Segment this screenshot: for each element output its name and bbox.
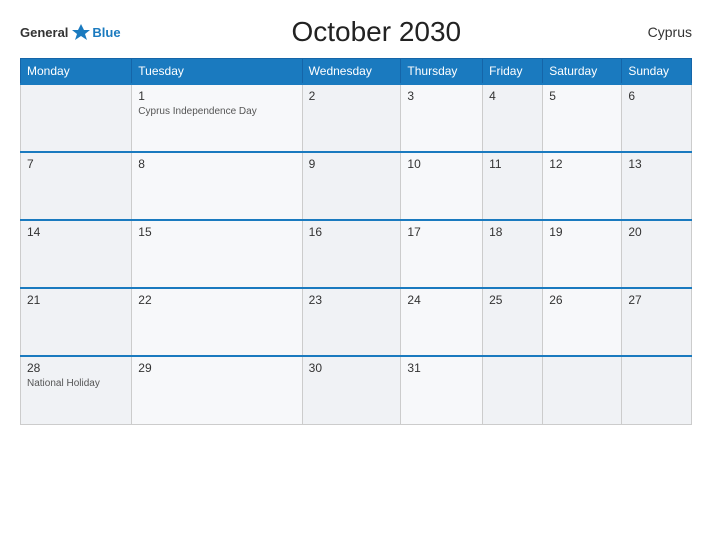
country-label: Cyprus [632,24,692,40]
calendar-week-row: 1 Cyprus Independence Day 23456 [21,84,692,152]
calendar-cell: 29 [132,356,302,424]
calendar-cell: 8 [132,152,302,220]
calendar-week-row: 28 National Holiday 29 30 31 [21,356,692,424]
logo-general-text: General [20,26,68,39]
header: General Blue October 2030 Cyprus [20,16,692,48]
holiday-label: Cyprus Independence Day [138,105,295,118]
calendar-cell: 5 [543,84,622,152]
day-number: 9 [309,157,395,171]
day-number: 24 [407,293,476,307]
day-number: 16 [309,225,395,239]
calendar-cell: 17 [401,220,483,288]
day-number: 8 [138,157,295,171]
calendar-cell: 18 [483,220,543,288]
calendar-cell: 3 [401,84,483,152]
calendar-cell: 10 [401,152,483,220]
day-number: 2 [309,89,395,103]
day-number: 15 [138,225,295,239]
calendar-cell: 19 [543,220,622,288]
day-number: 20 [628,225,685,239]
logo: General Blue [20,21,121,43]
calendar-cell: 9 [302,152,401,220]
col-sunday: Sunday [622,59,692,85]
calendar-cell: 11 [483,152,543,220]
calendar-cell [543,356,622,424]
col-saturday: Saturday [543,59,622,85]
calendar-cell: 16 [302,220,401,288]
day-number: 21 [27,293,125,307]
calendar-week-row: 789 10 11 12 13 [21,152,692,220]
calendar-cell: 20 [622,220,692,288]
calendar-cell [483,356,543,424]
day-number: 27 [628,293,685,307]
calendar-cell [21,84,132,152]
calendar-cell: 14 [21,220,132,288]
calendar-cell: 31 [401,356,483,424]
col-friday: Friday [483,59,543,85]
col-monday: Monday [21,59,132,85]
calendar-cell [622,356,692,424]
calendar-cell: 4 [483,84,543,152]
calendar-page: General Blue October 2030 Cyprus Monday … [0,0,712,550]
day-number: 26 [549,293,615,307]
day-number: 25 [489,293,536,307]
calendar-cell: 24 [401,288,483,356]
calendar-cell: 28 National Holiday [21,356,132,424]
day-number: 22 [138,293,295,307]
calendar-cell: 30 [302,356,401,424]
day-number: 23 [309,293,395,307]
calendar-cell: 26 [543,288,622,356]
logo-flag-icon [70,21,92,43]
day-number: 6 [628,89,685,103]
day-number: 30 [309,361,395,375]
day-number: 31 [407,361,476,375]
calendar-week-row: 14 15 16 17 18 19 20 [21,220,692,288]
calendar-cell: 7 [21,152,132,220]
day-number: 1 [138,89,295,103]
day-number: 7 [27,157,125,171]
day-number: 29 [138,361,295,375]
day-number: 4 [489,89,536,103]
day-number: 18 [489,225,536,239]
calendar-cell: 12 [543,152,622,220]
day-number: 10 [407,157,476,171]
calendar-cell: 2 [302,84,401,152]
calendar-cell: 15 [132,220,302,288]
day-number: 19 [549,225,615,239]
col-tuesday: Tuesday [132,59,302,85]
day-number: 28 [27,361,125,375]
day-number: 17 [407,225,476,239]
col-thursday: Thursday [401,59,483,85]
calendar-table: Monday Tuesday Wednesday Thursday Friday… [20,58,692,425]
day-number: 5 [549,89,615,103]
calendar-cell: 25 [483,288,543,356]
calendar-cell: 23 [302,288,401,356]
holiday-label: National Holiday [27,377,125,390]
logo-blue-text: Blue [92,26,120,39]
calendar-cell: 21 [21,288,132,356]
calendar-cell: 1 Cyprus Independence Day [132,84,302,152]
day-number: 13 [628,157,685,171]
calendar-title: October 2030 [121,16,632,48]
col-wednesday: Wednesday [302,59,401,85]
day-number: 3 [407,89,476,103]
calendar-week-row: 21 22 23 24 25 26 27 [21,288,692,356]
day-number: 12 [549,157,615,171]
day-number: 14 [27,225,125,239]
calendar-cell: 27 [622,288,692,356]
calendar-cell: 6 [622,84,692,152]
calendar-header-row: Monday Tuesday Wednesday Thursday Friday… [21,59,692,85]
calendar-cell: 13 [622,152,692,220]
day-number: 11 [489,157,536,171]
calendar-cell: 22 [132,288,302,356]
